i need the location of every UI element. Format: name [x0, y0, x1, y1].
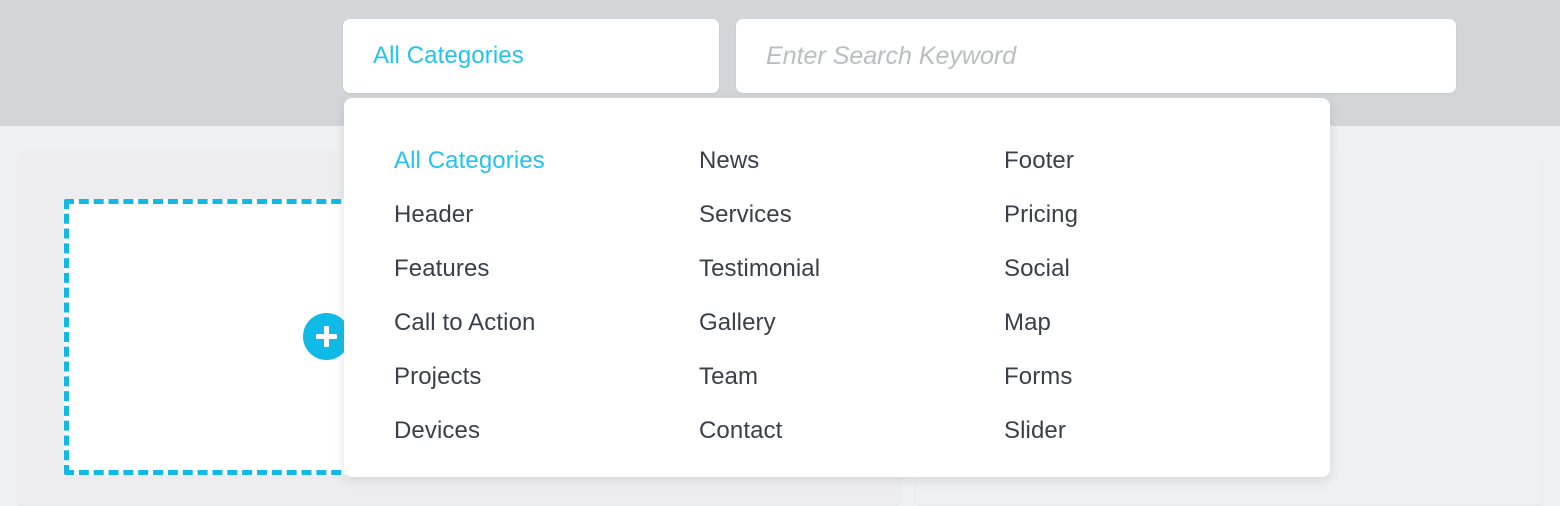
- dropdown-item-social[interactable]: Social: [1004, 242, 1309, 296]
- add-block-button[interactable]: [303, 313, 350, 360]
- dropdown-columns: All Categories Header Features Call to A…: [344, 134, 1330, 458]
- dropdown-item-call-to-action[interactable]: Call to Action: [394, 296, 699, 350]
- dropdown-column-1: All Categories Header Features Call to A…: [394, 134, 699, 458]
- plus-icon: [316, 326, 337, 347]
- page-root: All Categories All Categories Header Fea…: [0, 0, 1560, 506]
- dropdown-item-team[interactable]: Team: [699, 350, 1004, 404]
- dropdown-column-2: News Services Testimonial Gallery Team C…: [699, 134, 1004, 458]
- dropdown-item-features[interactable]: Features: [394, 242, 699, 296]
- dropdown-item-news[interactable]: News: [699, 134, 1004, 188]
- dropdown-item-devices[interactable]: Devices: [394, 404, 699, 458]
- category-dropdown-panel: All Categories Header Features Call to A…: [344, 98, 1330, 477]
- dropdown-item-forms[interactable]: Forms: [1004, 350, 1309, 404]
- dropdown-item-slider[interactable]: Slider: [1004, 404, 1309, 458]
- dropdown-item-all-categories[interactable]: All Categories: [394, 134, 699, 188]
- category-select-button[interactable]: All Categories: [343, 19, 719, 93]
- search-input[interactable]: [766, 41, 1426, 71]
- dropdown-item-footer[interactable]: Footer: [1004, 134, 1309, 188]
- dropdown-item-testimonial[interactable]: Testimonial: [699, 242, 1004, 296]
- category-select-value: All Categories: [373, 42, 524, 69]
- search-field-wrapper[interactable]: [736, 19, 1456, 93]
- dropdown-column-3: Footer Pricing Social Map Forms Slider: [1004, 134, 1309, 458]
- dropdown-item-services[interactable]: Services: [699, 188, 1004, 242]
- dropdown-item-header[interactable]: Header: [394, 188, 699, 242]
- dropdown-item-pricing[interactable]: Pricing: [1004, 188, 1309, 242]
- dropdown-item-gallery[interactable]: Gallery: [699, 296, 1004, 350]
- dropdown-item-projects[interactable]: Projects: [394, 350, 699, 404]
- dropdown-item-map[interactable]: Map: [1004, 296, 1309, 350]
- dropdown-item-contact[interactable]: Contact: [699, 404, 1004, 458]
